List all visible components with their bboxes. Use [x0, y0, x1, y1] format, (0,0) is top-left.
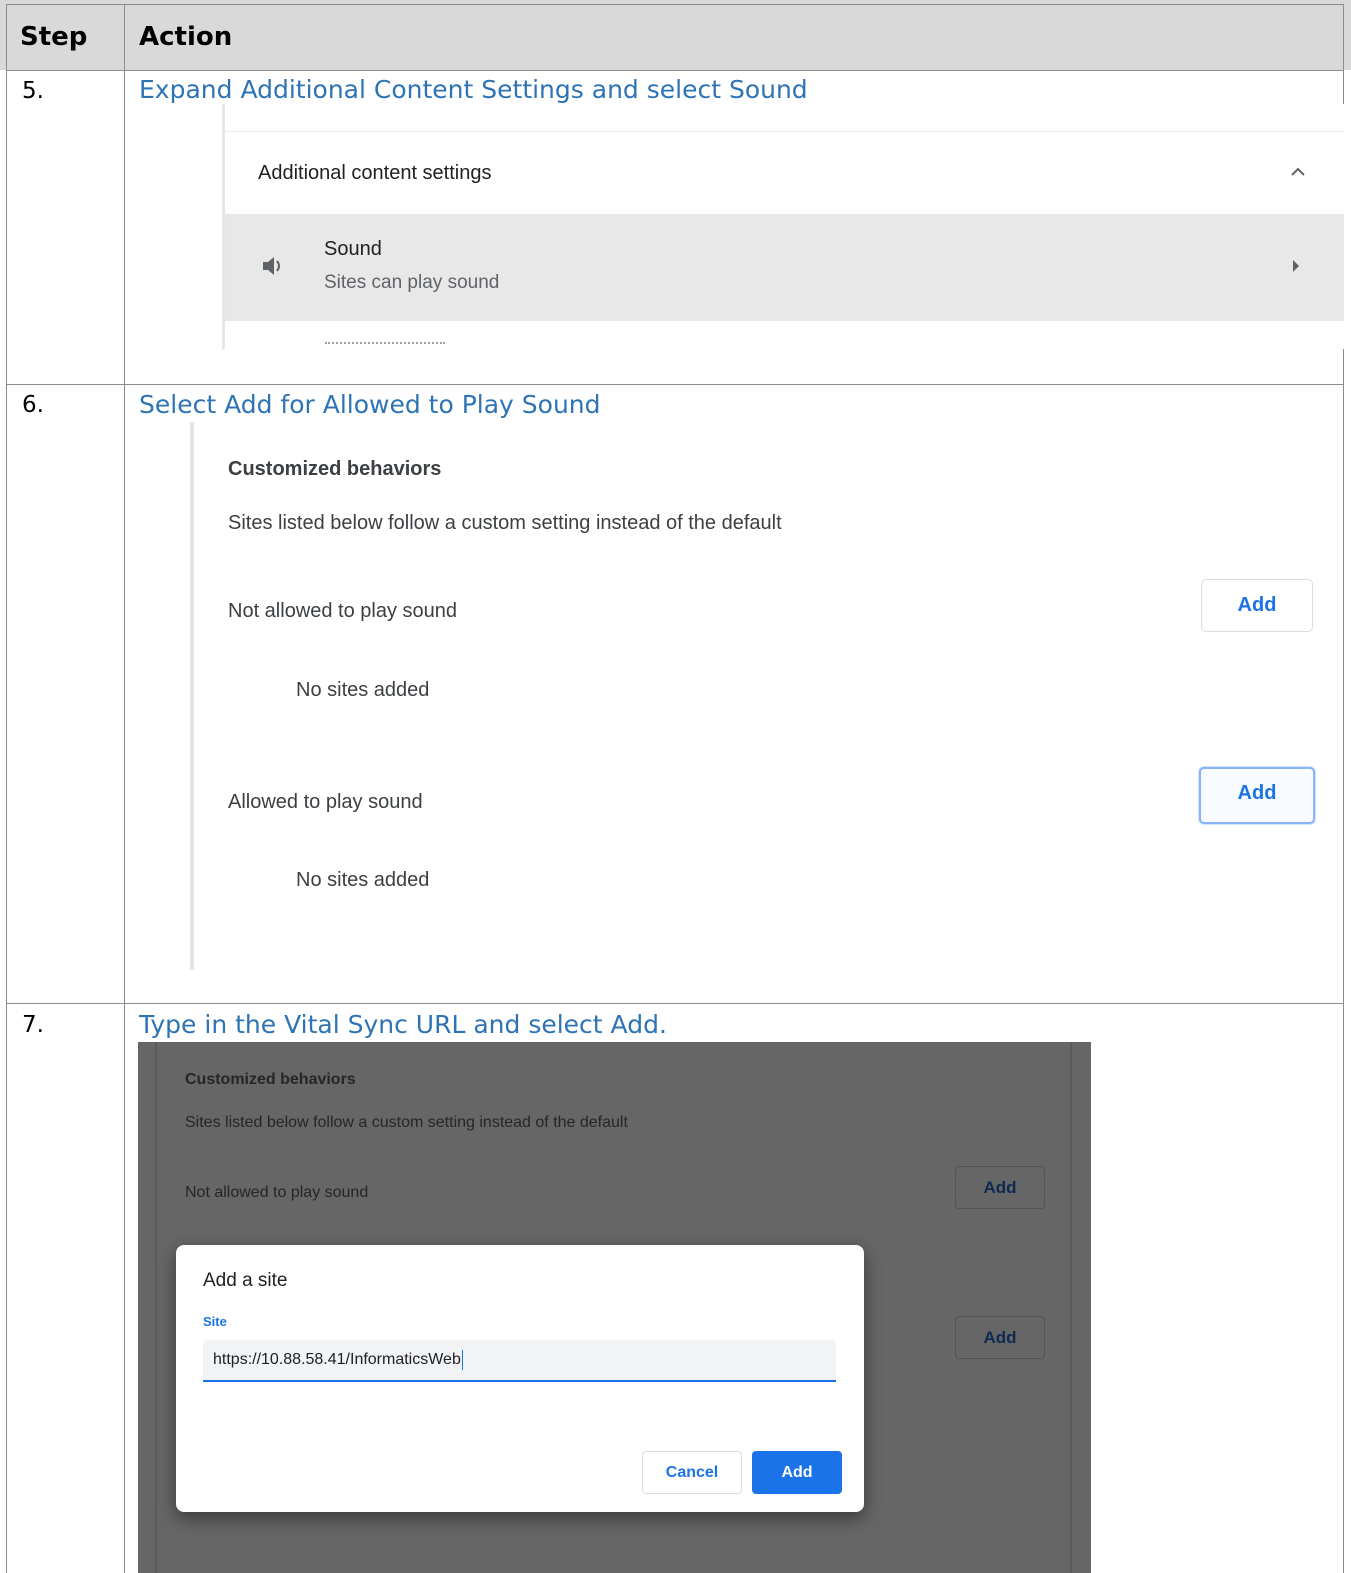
- bg-customized-heading: Customized behaviors: [185, 1071, 356, 1088]
- allowed-label: Allowed to play sound: [228, 791, 423, 813]
- bg-description: Sites listed below follow a custom setti…: [185, 1114, 628, 1131]
- cropped-next-row: [325, 342, 445, 346]
- not-allowed-label: Not allowed to play sound: [228, 600, 458, 622]
- add-site-dialog: Add a site Site https://10.88.58.41/Info…: [176, 1245, 864, 1512]
- panel-edge: [190, 422, 194, 970]
- step-number-5: 5.: [22, 78, 44, 104]
- sound-settings-row[interactable]: Sound Sites can play sound: [225, 214, 1344, 321]
- screenshot-step-7: Customized behaviors Sites listed below …: [138, 1042, 1091, 1573]
- chevron-up-icon[interactable]: [1290, 162, 1306, 183]
- sound-subtitle: Sites can play sound: [324, 272, 500, 293]
- site-input[interactable]: https://10.88.58.41/InformaticsWeb: [203, 1340, 836, 1382]
- customized-behaviors-description: Sites listed below follow a custom setti…: [228, 512, 782, 534]
- sound-title: Sound: [324, 238, 382, 260]
- cancel-button[interactable]: Cancel: [642, 1451, 742, 1494]
- not-allowed-empty-text: No sites added: [296, 679, 430, 701]
- action-text-7: Type in the Vital Sync URL and select Ad…: [139, 1010, 667, 1039]
- arrow-right-icon: [1293, 260, 1299, 272]
- header-step: Step: [20, 22, 88, 52]
- site-input-value: https://10.88.58.41/InformaticsWeb: [213, 1351, 461, 1368]
- dialog-title: Add a site: [203, 1270, 288, 1291]
- allowed-empty-text: No sites added: [296, 869, 430, 891]
- site-field-label: Site: [203, 1314, 227, 1329]
- bg-not-allowed-label: Not allowed to play sound: [185, 1184, 369, 1201]
- text-caret: [461, 1349, 463, 1370]
- action-text-5: Expand Additional Content Settings and s…: [139, 75, 808, 104]
- not-allowed-add-button[interactable]: Add: [1201, 579, 1313, 632]
- bg-add-button-1: Add: [955, 1166, 1045, 1209]
- speaker-icon: [261, 255, 287, 282]
- action-text-6: Select Add for Allowed to Play Sound: [139, 390, 601, 419]
- instruction-table: Step Action 5. Expand Additional Content…: [0, 0, 1351, 1573]
- allowed-add-button[interactable]: Add: [1199, 767, 1315, 824]
- additional-content-settings-label[interactable]: Additional content settings: [258, 162, 492, 185]
- step-number-6: 6.: [22, 392, 44, 418]
- header-action: Action: [139, 22, 233, 52]
- step-number-7: 7.: [22, 1012, 44, 1038]
- bg-add-button-2: Add: [955, 1316, 1045, 1359]
- add-button[interactable]: Add: [752, 1451, 842, 1494]
- customized-behaviors-heading: Customized behaviors: [228, 458, 442, 480]
- screenshot-step-5: Additional content settings Sound Sites …: [222, 104, 1344, 349]
